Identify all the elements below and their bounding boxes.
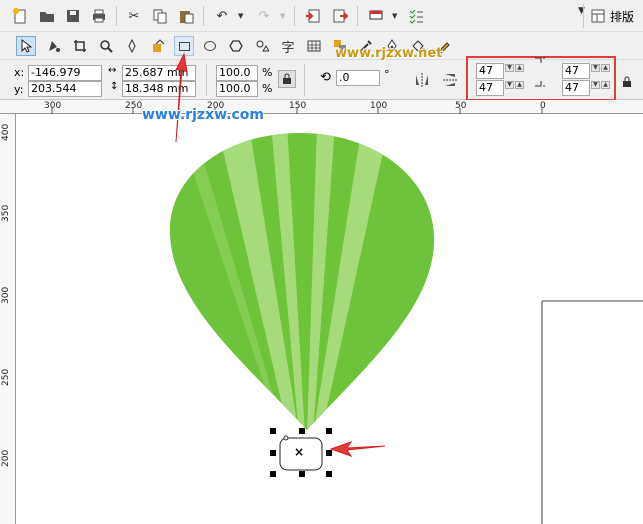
- new-document-icon[interactable]: [10, 6, 30, 26]
- corner-bottom-right-up[interactable]: ▲: [601, 81, 610, 89]
- table-tool-icon[interactable]: [304, 36, 324, 56]
- balloon-drawing: [169, 133, 643, 524]
- redo-dropdown-icon[interactable]: ▼: [280, 12, 285, 20]
- ellipse-tool-icon[interactable]: [200, 36, 220, 56]
- basic-shapes-tool-icon[interactable]: [252, 36, 272, 56]
- ruler-top-label: 0: [540, 101, 546, 111]
- layout-label[interactable]: 排版: [610, 8, 634, 25]
- rotation-degree: °: [384, 68, 390, 81]
- height-icon: ↕: [110, 81, 119, 92]
- vertical-ruler[interactable]: 400 350 300 250 200: [0, 114, 16, 524]
- rotation-icon: ⟲: [320, 70, 331, 85]
- shape-tool-icon[interactable]: [44, 36, 64, 56]
- redo-icon[interactable]: ↷: [254, 6, 274, 26]
- corner-top-right-field[interactable]: 47: [562, 63, 590, 79]
- width-icon: ↔: [108, 65, 117, 76]
- horizontal-ruler[interactable]: 300 250 200 150 100 50 0: [0, 100, 643, 114]
- freehand-tool-icon[interactable]: [122, 36, 142, 56]
- mirror-horizontal-icon[interactable]: [412, 70, 432, 90]
- x-label: x:: [14, 66, 25, 79]
- layout-icon[interactable]: [588, 6, 608, 26]
- corner-bottom-right-field[interactable]: 47: [562, 80, 590, 96]
- y-label: y:: [14, 83, 24, 96]
- polygon-tool-icon[interactable]: [226, 36, 246, 56]
- annotation-arrow-up: [175, 52, 188, 143]
- pick-tool-icon[interactable]: [16, 36, 36, 56]
- balloon-envelope: [169, 133, 435, 430]
- main-toolbar: ✂ ↶ ▼ ↷ ▼ ▼ ▼ 排版: [0, 0, 643, 32]
- corner-top-right-up[interactable]: ▲: [601, 64, 610, 72]
- scale-y-percent: %: [262, 82, 273, 95]
- ruler-left-label: 250: [1, 368, 11, 386]
- undo-icon[interactable]: ↶: [212, 6, 232, 26]
- watermark-top: www.rjzxw.net: [335, 46, 443, 61]
- launcher-dropdown-icon[interactable]: ▼: [392, 12, 397, 20]
- corner-top-left-up[interactable]: ▲: [515, 64, 524, 72]
- watermark-left: www.rjzxw.com: [142, 107, 264, 123]
- export-icon[interactable]: [330, 6, 350, 26]
- copy-icon[interactable]: [150, 6, 170, 26]
- corner-bottom-left-up[interactable]: ▲: [515, 81, 524, 89]
- crop-tool-icon[interactable]: [70, 36, 90, 56]
- ruler-top-label: 150: [289, 101, 307, 111]
- ruler-left-label: 400: [1, 123, 11, 141]
- corner-top-left-field[interactable]: 47: [476, 63, 504, 79]
- application-launcher-icon[interactable]: [366, 6, 386, 26]
- y-position-field[interactable]: 203.544 mm: [28, 81, 102, 109]
- paste-icon[interactable]: [176, 6, 196, 26]
- print-icon[interactable]: [89, 6, 109, 26]
- ruler-left-label: 350: [1, 204, 11, 222]
- scale-x-percent: %: [262, 66, 273, 79]
- selection-center-marker: ×: [294, 445, 305, 459]
- ruler-top-label: 300: [44, 101, 62, 111]
- corner-bottom-left-down[interactable]: ▼: [505, 81, 514, 89]
- undo-dropdown-icon[interactable]: ▼: [238, 12, 243, 20]
- scale-x-field[interactable]: 100.0: [216, 65, 258, 81]
- cut-icon[interactable]: ✂: [124, 6, 144, 26]
- corner-top-left-down[interactable]: ▼: [505, 64, 514, 72]
- mirror-vertical-icon[interactable]: [440, 70, 460, 90]
- save-icon[interactable]: [63, 6, 83, 26]
- import-icon[interactable]: [303, 6, 323, 26]
- ruler-top-label: 250: [125, 101, 143, 111]
- open-folder-icon[interactable]: [37, 6, 57, 26]
- corner-bottom-right-down[interactable]: ▼: [591, 81, 600, 89]
- ruler-left-label: 300: [1, 286, 11, 304]
- x-position-field[interactable]: -146.979 mm: [28, 65, 102, 93]
- ruler-left-label: 200: [1, 449, 11, 467]
- text-tool-icon[interactable]: 字: [278, 36, 298, 56]
- ruler-top-label: 50: [455, 101, 467, 111]
- annotation-arrow-right: [329, 441, 386, 457]
- corner-link-icon[interactable]: [530, 57, 550, 87]
- corner-lock-icon[interactable]: [620, 72, 634, 92]
- zoom-tool-icon[interactable]: [96, 36, 116, 56]
- lock-ratio-icon[interactable]: [278, 70, 296, 88]
- options-list-icon[interactable]: [406, 6, 426, 26]
- property-bar: x: -146.979 mm y: 203.544 mm ↔ 25.687 mm…: [0, 56, 643, 109]
- corner-bottom-left-field[interactable]: 47: [476, 80, 504, 96]
- corner-top-right-down[interactable]: ▼: [591, 64, 600, 72]
- scale-y-field[interactable]: 100.0: [216, 81, 258, 97]
- rotation-angle-field[interactable]: .0: [336, 70, 380, 86]
- drawing-canvas[interactable]: ×: [17, 115, 643, 524]
- ruler-top-label: 100: [370, 101, 388, 111]
